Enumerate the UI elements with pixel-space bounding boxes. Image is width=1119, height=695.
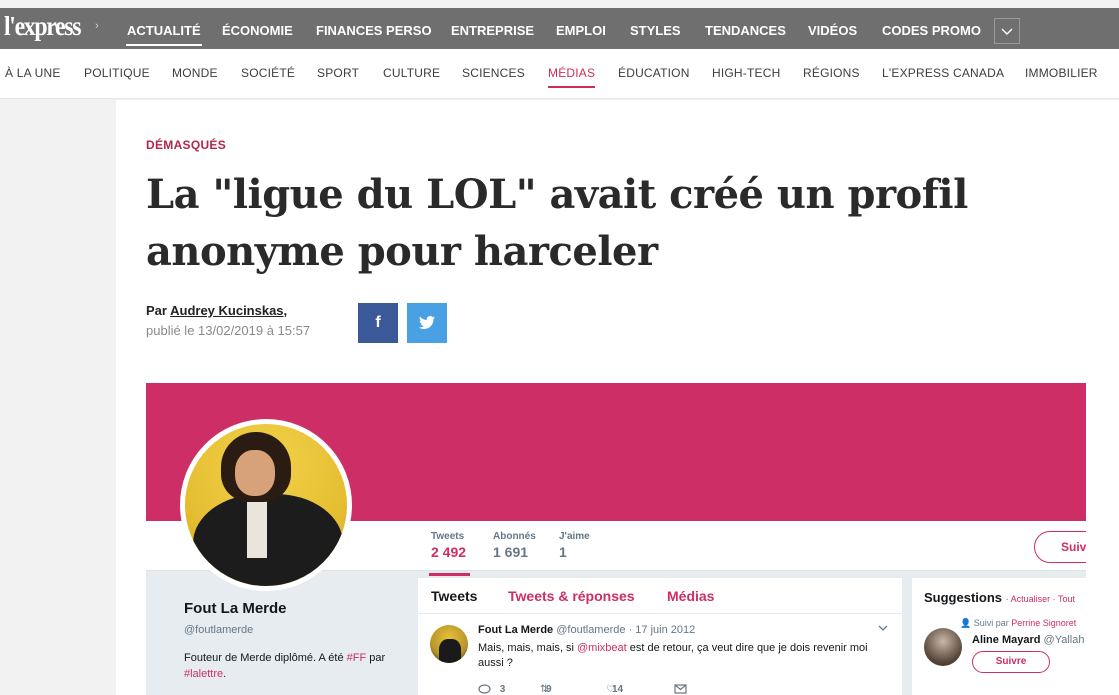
nav-item-emploi[interactable]: EMPLOI	[556, 8, 606, 49]
stat-followers: Abonnés 1 691	[493, 531, 536, 560]
section-nav-bar: À LA UNE POLITIQUE MONDE SOCIÉTÉ SPORT C…	[0, 49, 1119, 99]
nav-item-codes-promo[interactable]: CODES PROMO	[882, 8, 981, 49]
twitter-bird-icon	[418, 316, 435, 329]
envelope-icon	[674, 684, 687, 694]
stat-tweets: Tweets 2 492	[428, 531, 471, 576]
facebook-share-button[interactable]: f	[358, 303, 398, 343]
suggestion-follow-button: Suivre	[972, 651, 1050, 673]
tweet-avatar	[430, 625, 468, 663]
tweet-mention: @mixbeat	[577, 642, 627, 654]
stat-label: J'aime	[559, 531, 590, 542]
profile-avatar	[180, 419, 352, 591]
nav-item-tendances[interactable]: TENDANCES	[705, 8, 786, 49]
profile-sidebar: Fout La Merde @foutlamerde Fouteur de Me…	[146, 572, 418, 695]
person-icon: 👤	[960, 618, 972, 628]
subnav-item-lexpress-canada[interactable]: L'EXPRESS CANADA	[882, 66, 1004, 80]
nav-item-styles[interactable]: STYLES	[630, 8, 681, 49]
stat-value: 2 492	[431, 544, 467, 560]
followed-by-prefix: Suivi par	[973, 618, 1009, 628]
byline: Par Audrey Kucinskas,	[146, 303, 287, 318]
headline-line-1: La "ligue du LOL" avait créé un profil	[146, 171, 968, 218]
bio-text: par	[366, 652, 386, 664]
bio-hashtag: #FF	[346, 652, 367, 664]
follow-button: Suivre	[1034, 531, 1086, 563]
byline-prefix: Par	[146, 303, 167, 318]
suggestion-display-name: Aline Mayard	[972, 634, 1041, 646]
nav-item-videos[interactable]: VIDÉOS	[808, 8, 857, 49]
stat-label: Abonnés	[493, 531, 536, 542]
reply-icon	[478, 684, 491, 694]
stat-value: 1	[559, 544, 567, 560]
embedded-twitter-screenshot: Tweets 2 492 Abonnés 1 691 J'aime 1 Suiv…	[146, 383, 1086, 695]
message-action	[674, 684, 687, 695]
timeline-panel: Tweets Tweets & réponses Médias Fout La …	[418, 578, 902, 695]
subnav-item-societe[interactable]: SOCIÉTÉ	[241, 66, 295, 80]
suggestions-title-text: Suggestions	[924, 590, 1003, 605]
timeline-tabs: Tweets Tweets & réponses Médias	[418, 578, 902, 614]
chevron-right-icon: ›	[95, 20, 99, 32]
suggestion-handle: @Yallah	[1043, 634, 1085, 646]
nav-item-finances-perso[interactable]: FINANCES PERSO	[316, 8, 432, 49]
subnav-item-regions[interactable]: RÉGIONS	[803, 66, 860, 80]
suggestions-panel: Suggestions · Actualiser · Tout 👤 Suivi …	[912, 578, 1086, 695]
tweet-text: Mais, mais, mais, si @mixbeat est de ret…	[478, 641, 888, 671]
profile-handle: @foutlamerde	[184, 624, 254, 636]
suggestion-name: Aline Mayard @Yallah	[972, 634, 1084, 646]
nav-item-entreprise[interactable]: ENTREPRISE	[451, 8, 534, 49]
suggestions-title: Suggestions · Actualiser · Tout	[924, 590, 1075, 605]
publish-date: publié le 13/02/2019 à 15:57	[146, 323, 311, 338]
article-headline: La "ligue du LOL" avait créé un profil a…	[146, 166, 1006, 280]
chevron-down-icon	[1001, 23, 1013, 39]
subnav-item-culture[interactable]: CULTURE	[383, 66, 440, 80]
reply-action: 3	[478, 684, 505, 695]
followed-by-name: Perrine Signoret	[1011, 618, 1077, 628]
heart-icon: ♡	[606, 684, 615, 695]
subnav-item-immobilier[interactable]: IMMOBILIER	[1025, 66, 1098, 80]
nav-item-economie[interactable]: ÉCONOMIE	[222, 8, 293, 49]
suggestion-avatar	[924, 628, 962, 666]
bio-text: .	[223, 668, 227, 680]
reply-count: 3	[499, 684, 506, 695]
stat-likes: J'aime 1	[559, 531, 590, 560]
subnav-item-monde[interactable]: MONDE	[172, 66, 218, 80]
profile-name: Fout La Merde	[184, 600, 287, 617]
subnav-item-high-tech[interactable]: HIGH-TECH	[712, 66, 780, 80]
nav-more-button[interactable]	[994, 18, 1020, 44]
suggestion-followed-by: 👤 Suivi par Perrine Signoret	[960, 618, 1076, 629]
tweet-author-name: Fout La Merde	[478, 624, 554, 636]
chevron-down-icon	[878, 624, 888, 635]
tweet-header: Fout La Merde @foutlamerde · 17 juin 201…	[478, 624, 695, 636]
retweet-icon: ⇅	[540, 684, 549, 695]
subnav-item-education[interactable]: ÉDUCATION	[618, 66, 690, 80]
tweet-date: · 17 juin 2012	[628, 624, 696, 636]
subnav-item-politique[interactable]: POLITIQUE	[84, 66, 150, 80]
stat-label: Tweets	[431, 531, 465, 542]
tab-tweets: Tweets	[431, 588, 478, 604]
facebook-icon: f	[375, 314, 381, 331]
tweet-text-part: Mais, mais, mais, si	[478, 642, 578, 654]
tweet-author-handle: @foutlamerde	[556, 624, 626, 636]
stat-value: 1 691	[493, 544, 529, 560]
retweet-action: ⇅ 9	[540, 684, 552, 695]
suggestions-links: · Actualiser · Tout	[1005, 594, 1076, 604]
headline-line-2: anonyme pour harceler	[146, 228, 658, 275]
tab-tweets-replies: Tweets & réponses	[508, 588, 635, 604]
article-kicker[interactable]: DÉMASQUÉS	[146, 138, 226, 152]
subnav-item-sport[interactable]: SPORT	[317, 66, 359, 80]
author-link[interactable]: Audrey Kucinskas,	[170, 303, 287, 318]
subnav-item-a-la-une[interactable]: À LA UNE	[5, 66, 61, 80]
subnav-item-sciences[interactable]: SCIENCES	[462, 66, 525, 80]
lexpress-logo[interactable]: l'express	[4, 11, 81, 42]
twitter-share-button[interactable]	[407, 303, 447, 343]
profile-bio: Fouteur de Merde diplômé. A été #FF par #…	[184, 650, 404, 682]
subnav-item-medias[interactable]: MÉDIAS	[548, 66, 596, 88]
nav-item-actualite[interactable]: ACTUALITÉ	[126, 8, 202, 49]
like-action: ♡ 14	[606, 684, 623, 695]
tab-media: Médias	[667, 588, 715, 604]
main-nav-bar: l'express › ACTUALITÉ ÉCONOMIE FINANCES …	[0, 8, 1119, 49]
bio-hashtag: #lalettre	[184, 668, 224, 680]
bio-text: Fouteur de Merde diplômé. A été	[184, 652, 347, 664]
